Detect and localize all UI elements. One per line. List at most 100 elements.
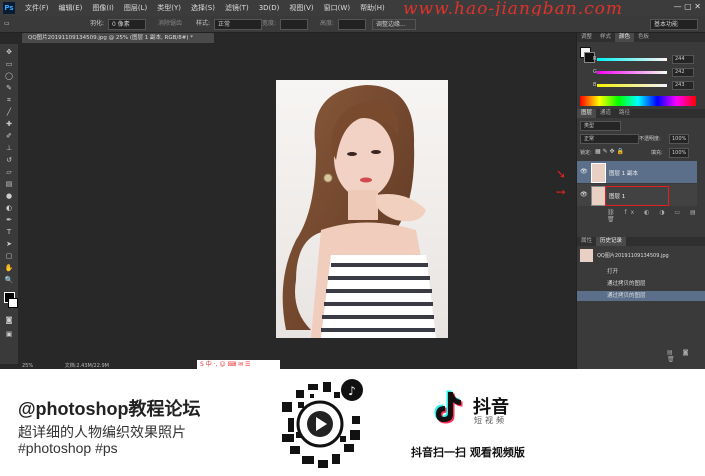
layer-footer-icons[interactable]: ⛓ fx ◐ ◑ ▭ ▤ 🗑 <box>607 209 705 223</box>
lock-icons[interactable]: ▦ ✎ ✥ 🔒 <box>595 148 624 155</box>
lock-label: 锁定: <box>580 150 592 156</box>
layer-row-copy[interactable]: 👁 图层 1 副本 <box>577 161 697 183</box>
menu-file[interactable]: 文件(F) <box>20 0 54 16</box>
move-tool-icon[interactable]: ✥ <box>4 48 14 56</box>
g-value[interactable]: 242 <box>672 68 694 77</box>
width-input[interactable] <box>280 19 308 30</box>
stamp-tool-icon[interactable]: ⊥ <box>4 144 14 152</box>
options-bar: ▭ 羽化: 0 像素 消除锯齿 样式: 正常 宽度: 高度: 调整边缘... 基… <box>0 16 705 33</box>
layer-thumbnail <box>591 163 606 183</box>
tab-layers[interactable]: 图层 <box>577 109 597 118</box>
menu-select[interactable]: 选择(S) <box>186 0 220 16</box>
healing-tool-icon[interactable]: ✚ <box>4 120 14 128</box>
history-source[interactable]: QQ图片20191109134509.jpg <box>597 252 669 259</box>
menu-3d[interactable]: 3D(D) <box>254 0 285 16</box>
menu-type[interactable]: 类型(Y) <box>152 0 186 16</box>
screen-mode-icon[interactable]: ▣ <box>4 330 14 338</box>
antialias-checkbox[interactable]: 消除锯齿 <box>158 19 182 29</box>
history-snapshot-thumbnail[interactable] <box>580 249 593 262</box>
menu-layer[interactable]: 图层(L) <box>119 0 152 16</box>
crop-tool-icon[interactable]: ⌗ <box>4 96 14 104</box>
quick-mask-icon[interactable]: ◙ <box>4 316 14 324</box>
visibility-eye-icon[interactable]: 👁 <box>580 191 588 198</box>
douyin-logo-icon <box>434 390 463 424</box>
color-spectrum[interactable] <box>580 96 696 106</box>
hand-tool-icon[interactable]: ✋ <box>4 264 14 272</box>
dodge-tool-icon[interactable]: ◐ <box>4 204 14 212</box>
refine-edge-button[interactable]: 调整边缘... <box>372 19 416 30</box>
menu-help[interactable]: 帮助(H) <box>355 0 390 16</box>
height-input[interactable] <box>338 19 366 30</box>
g-slider[interactable] <box>597 71 667 74</box>
svg-text:♪: ♪ <box>348 384 356 398</box>
fill-input[interactable]: 100% <box>669 148 689 158</box>
kind-filter[interactable]: 类型 <box>580 121 621 131</box>
b-label: B <box>593 82 597 88</box>
workspace-select[interactable]: 基本功能 <box>650 19 698 30</box>
document-tab[interactable]: QQ图片20191109134509.jpg @ 25% (图层 1 副本, R… <box>22 33 214 43</box>
tab-paths[interactable]: 路径 <box>615 109 634 118</box>
tab-channels[interactable]: 通道 <box>596 109 615 118</box>
layer-name[interactable]: 图层 1 副本 <box>609 169 638 177</box>
eyedropper-tool-icon[interactable]: ╱ <box>4 108 14 116</box>
eraser-tool-icon[interactable]: ▱ <box>4 168 14 176</box>
visibility-eye-icon[interactable]: 👁 <box>580 168 588 175</box>
highlight-box <box>605 186 669 206</box>
feather-label: 羽化: <box>90 20 105 27</box>
blend-mode-select[interactable]: 正常 <box>580 134 639 144</box>
history-item-copy-1[interactable]: 通过拷贝的图层 <box>577 279 705 289</box>
layer-row-original[interactable]: 👁 图层 1 <box>577 184 697 206</box>
tools-panel: ✥ ▭ ◯ ✎ ⌗ ╱ ✚ ✐ ⊥ ↺ ▱ ▤ ● ◐ ✒ T ➤ ▢ ✋ 🔍 … <box>0 44 18 364</box>
style-select[interactable]: 正常 <box>214 19 262 30</box>
shape-tool-icon[interactable]: ▢ <box>4 252 14 260</box>
r-label: R <box>593 56 597 62</box>
document-canvas[interactable] <box>276 80 448 338</box>
r-slider[interactable] <box>597 58 667 61</box>
r-value[interactable]: 244 <box>672 55 694 64</box>
brush-tool-icon[interactable]: ✐ <box>4 132 14 140</box>
width-label: 宽度: <box>262 20 277 27</box>
marquee-tool-icon[interactable]: ▭ <box>4 19 10 29</box>
history-item-copy-2[interactable]: 通过拷贝的图层 <box>577 291 705 301</box>
tab-swatches[interactable]: 色板 <box>634 33 653 42</box>
quick-select-tool-icon[interactable]: ✎ <box>4 84 14 92</box>
menu-window[interactable]: 窗口(W) <box>319 0 355 16</box>
tab-adjustments[interactable]: 调整 <box>577 33 596 42</box>
douyin-subtitle: 短视频 <box>474 416 507 425</box>
b-slider[interactable] <box>597 84 667 87</box>
tab-history[interactable]: 历史记录 <box>596 237 627 246</box>
background-color-swatch[interactable] <box>8 298 18 308</box>
feather-input[interactable]: 0 像素 <box>108 19 146 30</box>
tab-color[interactable]: 颜色 <box>615 33 635 42</box>
menu-view[interactable]: 视图(V) <box>284 0 318 16</box>
color-panel-tabs: 调整 样式 颜色 色板 <box>577 33 705 42</box>
history-panel-tabs: 属性 历史记录 <box>577 237 705 246</box>
b-value[interactable]: 243 <box>672 81 694 90</box>
menu-edit[interactable]: 编辑(E) <box>54 0 88 16</box>
menu-filter[interactable]: 滤镜(T) <box>220 0 254 16</box>
promo-handle: @photoshop教程论坛 <box>18 399 201 419</box>
gradient-tool-icon[interactable]: ▤ <box>4 180 14 188</box>
pen-tool-icon[interactable]: ✒ <box>4 216 14 224</box>
red-arrow-icon: ➘ <box>556 167 567 181</box>
tab-styles[interactable]: 样式 <box>596 33 615 42</box>
opacity-input[interactable]: 100% <box>669 134 689 144</box>
menu-image[interactable]: 图像(I) <box>87 0 119 16</box>
window-controls[interactable]: — ▢ ✕ <box>674 2 701 11</box>
promo-subtitle: 超详细的人物编织效果照片 <box>18 424 186 440</box>
marquee-tool-icon[interactable]: ▭ <box>4 60 14 68</box>
path-select-tool-icon[interactable]: ➤ <box>4 240 14 248</box>
type-tool-icon[interactable]: T <box>4 228 14 236</box>
promo-hashtags: #photoshop #ps <box>18 440 118 456</box>
tab-properties[interactable]: 属性 <box>577 237 596 246</box>
history-item-open[interactable]: 打开 <box>577 267 705 277</box>
red-arrow-icon: ➙ <box>556 185 567 199</box>
lasso-tool-icon[interactable]: ◯ <box>4 72 14 80</box>
ime-toolbar[interactable]: S 中 ·, ☺ ⌨ ✉ ☰ <box>197 360 280 369</box>
history-footer-icons[interactable]: ▤ ◙ 🗑 <box>667 349 705 363</box>
history-brush-tool-icon[interactable]: ↺ <box>4 156 14 164</box>
blur-tool-icon[interactable]: ● <box>4 192 14 200</box>
zoom-tool-icon[interactable]: 🔍 <box>4 276 14 284</box>
fill-label: 填充: <box>651 150 663 156</box>
douyin-qr-code[interactable]: ♪ <box>268 372 372 476</box>
